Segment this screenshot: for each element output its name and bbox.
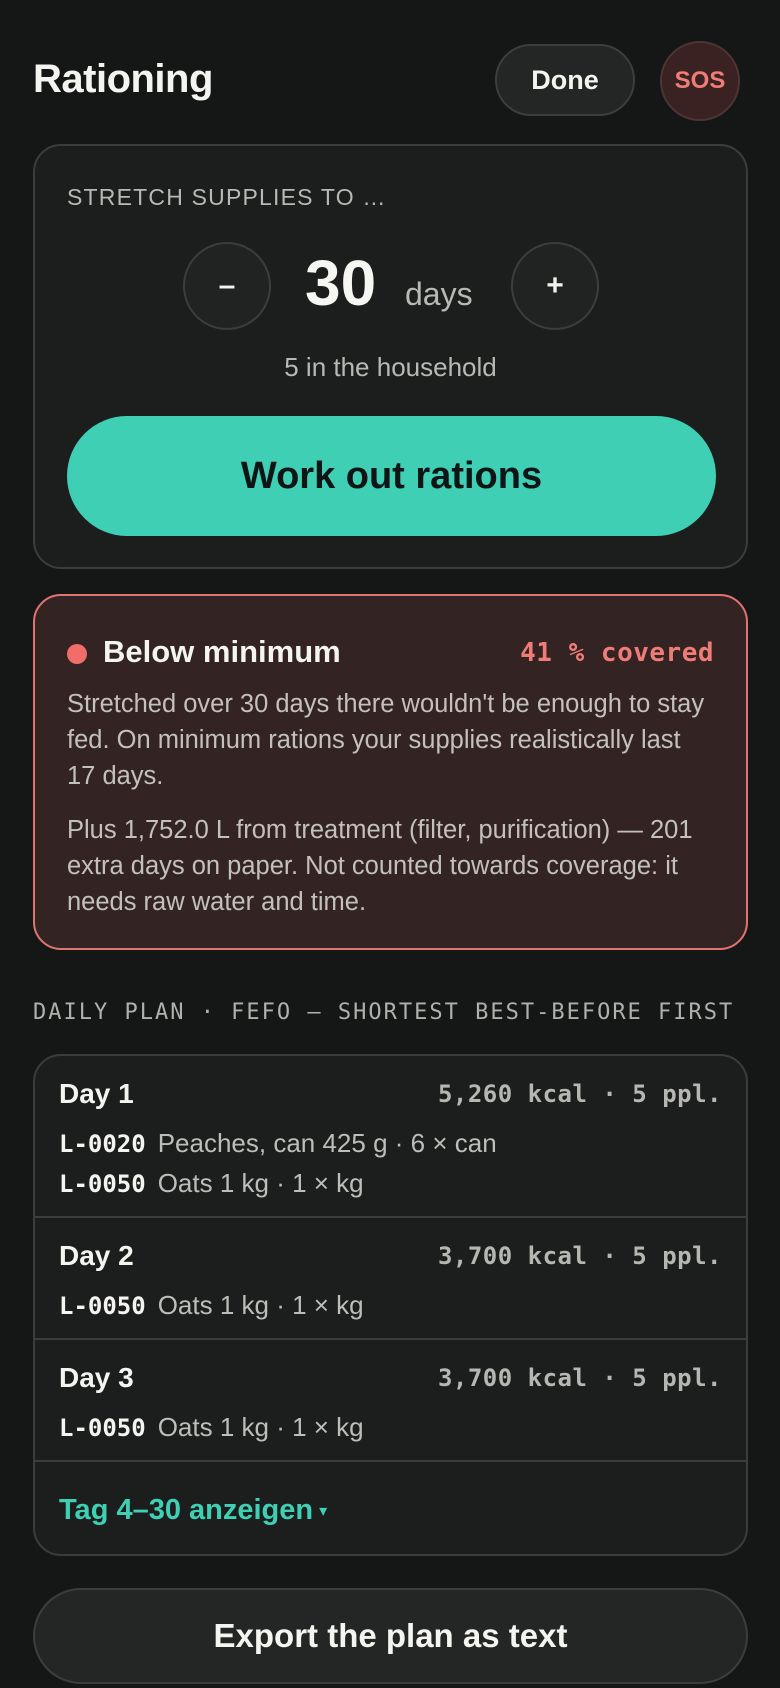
day-row: Day 2 3,700 kcal · 5 ppl. L-0050 Oats 1 k… — [35, 1218, 746, 1340]
day-kcal: 3,700 kcal · 5 ppl. — [437, 1242, 722, 1270]
days-value: 30 — [305, 247, 377, 319]
show-more-days-link[interactable]: Tag 4–30 anzeigen ▾ — [59, 1494, 327, 1527]
work-out-rations-button[interactable]: Work out rations — [67, 416, 716, 536]
item-description: Oats 1 kg · 1 × kg — [157, 1412, 364, 1442]
decrease-days-button[interactable]: – — [183, 242, 271, 330]
rationing-screen: Rationing Done SOS STRETCH SUPPLIES TO …… — [0, 0, 780, 1688]
day-kcal: 5,260 kcal · 5 ppl. — [437, 1080, 722, 1108]
treatment-note: Plus 1,752.0 L from treatment (filter, p… — [67, 816, 693, 916]
page-title: Rationing — [33, 57, 213, 101]
done-button[interactable]: Done — [495, 44, 635, 116]
lot-number: L-0050 — [59, 1414, 146, 1442]
ration-item: L-0050 Oats 1 kg · 1 × kg — [59, 1290, 364, 1321]
stretch-card: STRETCH SUPPLIES TO … – 30 days + 5 in t… — [33, 144, 748, 569]
days-unit: days — [405, 276, 473, 312]
day-kcal: 3,700 kcal · 5 ppl. — [437, 1364, 722, 1392]
sos-button[interactable]: SOS — [660, 41, 740, 121]
item-description: Peaches, can 425 g · 6 × can — [157, 1128, 497, 1158]
daily-plan-label: DAILY PLAN · FEFO — SHORTEST BEST-BEFORE… — [33, 1000, 735, 1025]
days-stepper: – 30 days + — [35, 242, 746, 332]
caret-down-icon: ▾ — [319, 1503, 328, 1521]
export-plan-button[interactable]: Export the plan as text — [33, 1588, 748, 1684]
warning-dot-icon — [67, 644, 87, 664]
lot-number: L-0020 — [59, 1130, 146, 1158]
increase-days-button[interactable]: + — [511, 242, 599, 330]
coverage-percent: 41 % covered — [520, 638, 714, 668]
day-title: Day 1 — [59, 1078, 134, 1109]
day-row: Day 3 3,700 kcal · 5 ppl. L-0050 Oats 1 k… — [35, 1340, 746, 1462]
stretch-label: STRETCH SUPPLIES TO … — [67, 184, 387, 210]
show-more-label: Tag 4–30 anzeigen — [59, 1494, 314, 1526]
lot-number: L-0050 — [59, 1292, 146, 1320]
item-description: Oats 1 kg · 1 × kg — [157, 1290, 364, 1320]
header: Rationing Done SOS — [33, 40, 747, 121]
day-row: Day 1 5,260 kcal · 5 ppl. L-0020 Peaches,… — [35, 1056, 746, 1218]
household-count: 5 in the household — [284, 352, 497, 382]
ration-item: L-0020 Peaches, can 425 g · 6 × can — [59, 1128, 497, 1159]
daily-plan-list: Day 1 5,260 kcal · 5 ppl. L-0020 Peaches,… — [33, 1054, 748, 1556]
warning-text: Stretched over 30 days there wouldn't be… — [67, 690, 705, 790]
day-title: Day 3 — [59, 1362, 134, 1393]
item-description: Oats 1 kg · 1 × kg — [157, 1168, 364, 1198]
day-title: Day 2 — [59, 1240, 134, 1271]
lot-number: L-0050 — [59, 1170, 146, 1198]
warning-title: Below minimum — [103, 634, 341, 669]
coverage-warning: Below minimum 41 % covered Stretched ove… — [33, 594, 748, 950]
ration-item: L-0050 Oats 1 kg · 1 × kg — [59, 1412, 364, 1443]
ration-item: L-0050 Oats 1 kg · 1 × kg — [59, 1168, 364, 1199]
